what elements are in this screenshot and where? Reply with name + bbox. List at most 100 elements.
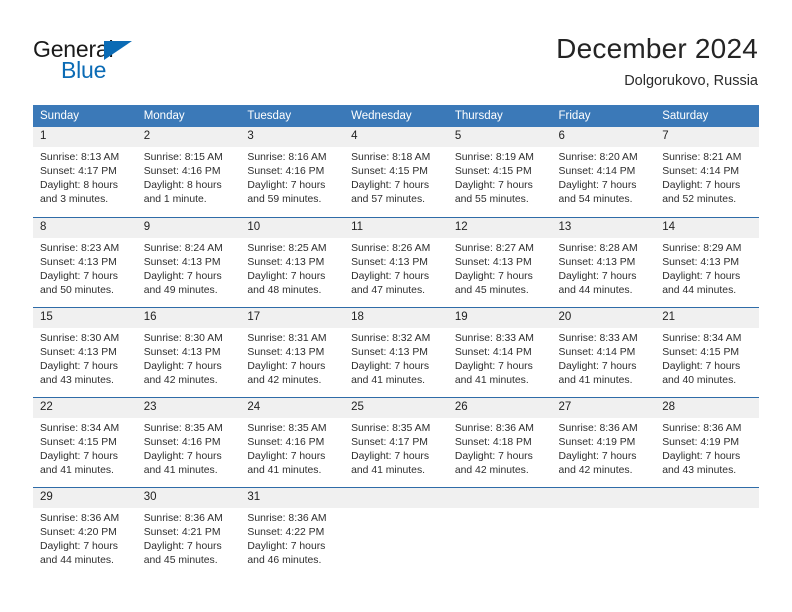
calendar-day-cell[interactable]: 26 Sunrise: 8:36 AM Sunset: 4:18 PM Dayligh… xyxy=(447,396,552,487)
daylight-text-line1: Daylight: 7 hours xyxy=(40,270,118,282)
daylight-text-line2: and 40 minutes. xyxy=(662,374,737,386)
day-number xyxy=(551,487,656,508)
calendar-head: Sunday Monday Tuesday Wednesday Thursday… xyxy=(33,105,759,127)
calendar-day-cell[interactable]: 4 Sunrise: 8:18 AM Sunset: 4:15 PM Daylight… xyxy=(344,127,448,217)
general-blue-logo[interactable]: General Blue xyxy=(33,36,233,84)
sunrise-text: Sunrise: 8:36 AM xyxy=(662,422,742,434)
sunset-text: Sunset: 4:14 PM xyxy=(558,346,636,358)
sunset-text: Sunset: 4:13 PM xyxy=(40,256,117,268)
calendar-day-cell[interactable]: 14 Sunrise: 8:29 AM Sunset: 4:13 PM Dayligh… xyxy=(655,216,759,307)
sunrise-text: Sunrise: 8:33 AM xyxy=(558,332,638,344)
calendar-day-cell[interactable]: 1 Sunrise: 8:13 AM Sunset: 4:17 PM Daylight… xyxy=(33,127,137,217)
calendar-day-cell-empty xyxy=(344,486,448,577)
calendar-day-cell[interactable]: 3 Sunrise: 8:16 AM Sunset: 4:16 PM Daylight… xyxy=(240,127,345,217)
day-number xyxy=(447,487,552,508)
calendar-week-row: 8 Sunrise: 8:23 AM Sunset: 4:13 PM Daylight… xyxy=(33,216,759,307)
day-number: 13 xyxy=(551,217,656,238)
daylight-text-line1: Daylight: 7 hours xyxy=(454,450,533,462)
daylight-text-line2: and 42 minutes. xyxy=(558,464,633,476)
sunset-text: Sunset: 4:16 PM xyxy=(143,166,221,178)
sunset-text: Sunset: 4:15 PM xyxy=(662,346,740,358)
sunrise-text: Sunrise: 8:23 AM xyxy=(40,242,120,254)
sunrise-text: Sunrise: 8:34 AM xyxy=(662,332,742,344)
calendar-day-cell[interactable]: 18 Sunrise: 8:32 AM Sunset: 4:13 PM Dayligh… xyxy=(344,306,448,397)
sunrise-text: Sunrise: 8:21 AM xyxy=(662,152,742,163)
daylight-text-line1: Daylight: 8 hours xyxy=(143,180,222,192)
day-number: 27 xyxy=(551,397,656,418)
daylight-text-line1: Daylight: 7 hours xyxy=(351,360,430,372)
sunset-text: Sunset: 4:13 PM xyxy=(351,346,428,358)
daylight-text-line1: Daylight: 7 hours xyxy=(351,450,430,462)
calendar-day-cell-empty xyxy=(447,486,552,577)
calendar-week-row: 1 Sunrise: 8:13 AM Sunset: 4:17 PM Daylight… xyxy=(33,127,759,217)
calendar-day-cell[interactable]: 24 Sunrise: 8:35 AM Sunset: 4:16 PM Dayligh… xyxy=(240,396,345,487)
calendar-day-cell[interactable]: 29 Sunrise: 8:36 AM Sunset: 4:20 PM Dayligh… xyxy=(33,486,137,577)
calendar-day-cell[interactable]: 12 Sunrise: 8:27 AM Sunset: 4:13 PM Dayligh… xyxy=(447,216,552,307)
daylight-text-line2: and 44 minutes. xyxy=(558,284,633,296)
daylight-text-line1: Daylight: 7 hours xyxy=(143,450,222,462)
sunset-text: Sunset: 4:15 PM xyxy=(351,166,428,178)
day-number: 20 xyxy=(551,307,656,328)
day-details: Sunrise: 8:36 AM Sunset: 4:20 PM Daylight:… xyxy=(33,508,137,568)
calendar-day-cell[interactable]: 6 Sunrise: 8:20 AM Sunset: 4:14 PM Daylight… xyxy=(551,127,656,217)
day-number: 9 xyxy=(136,217,241,238)
calendar-day-cell[interactable]: 9 Sunrise: 8:24 AM Sunset: 4:13 PM Daylight… xyxy=(136,216,241,307)
day-details: Sunrise: 8:35 AM Sunset: 4:16 PM Daylight:… xyxy=(137,418,241,478)
day-number: 11 xyxy=(344,217,448,238)
calendar-day-cell[interactable]: 7 Sunrise: 8:21 AM Sunset: 4:14 PM Daylight… xyxy=(655,127,759,217)
calendar-day-cell[interactable]: 11 Sunrise: 8:26 AM Sunset: 4:13 PM Dayligh… xyxy=(344,216,448,307)
calendar-day-cell[interactable]: 21 Sunrise: 8:34 AM Sunset: 4:15 PM Dayligh… xyxy=(655,306,759,397)
daylight-text-line1: Daylight: 7 hours xyxy=(351,180,430,192)
calendar-day-cell[interactable]: 30 Sunrise: 8:36 AM Sunset: 4:21 PM Dayligh… xyxy=(136,486,241,577)
title-block: December 2024 Dolgorukovo, Russia xyxy=(556,32,758,90)
sunrise-text: Sunrise: 8:26 AM xyxy=(351,242,431,254)
sunrise-text: Sunrise: 8:18 AM xyxy=(351,152,431,163)
calendar-day-cell[interactable]: 22 Sunrise: 8:34 AM Sunset: 4:15 PM Dayligh… xyxy=(33,396,137,487)
daylight-text-line1: Daylight: 7 hours xyxy=(351,270,430,282)
calendar-day-cell[interactable]: 5 Sunrise: 8:19 AM Sunset: 4:15 PM Daylight… xyxy=(447,127,552,217)
calendar-day-cell[interactable]: 8 Sunrise: 8:23 AM Sunset: 4:13 PM Daylight… xyxy=(33,216,137,307)
calendar-day-cell[interactable]: 2 Sunrise: 8:15 AM Sunset: 4:16 PM Daylight… xyxy=(136,127,241,217)
daylight-text-line1: Daylight: 7 hours xyxy=(454,180,533,192)
day-details: Sunrise: 8:21 AM Sunset: 4:14 PM Daylight:… xyxy=(655,147,759,207)
calendar-day-cell[interactable]: 16 Sunrise: 8:30 AM Sunset: 4:13 PM Dayligh… xyxy=(136,306,241,397)
calendar-day-cell[interactable]: 17 Sunrise: 8:31 AM Sunset: 4:13 PM Dayligh… xyxy=(240,306,345,397)
calendar-page: General Blue December 2024 Dolgorukovo, … xyxy=(0,0,792,612)
sunset-text: Sunset: 4:13 PM xyxy=(143,256,221,268)
daylight-text-line1: Daylight: 7 hours xyxy=(247,450,326,462)
sunset-text: Sunset: 4:13 PM xyxy=(351,256,428,268)
day-number: 14 xyxy=(655,217,759,238)
day-number: 18 xyxy=(344,307,448,328)
daylight-text-line2: and 59 minutes. xyxy=(247,194,322,206)
calendar-day-cell[interactable]: 19 Sunrise: 8:33 AM Sunset: 4:14 PM Dayligh… xyxy=(447,306,552,397)
day-details: Sunrise: 8:35 AM Sunset: 4:16 PM Daylight:… xyxy=(240,418,344,478)
calendar-day-cell[interactable]: 31 Sunrise: 8:36 AM Sunset: 4:22 PM Dayligh… xyxy=(240,486,345,577)
calendar-day-cell[interactable]: 15 Sunrise: 8:30 AM Sunset: 4:13 PM Dayligh… xyxy=(33,306,137,397)
sunset-text: Sunset: 4:15 PM xyxy=(40,436,117,448)
sunrise-text: Sunrise: 8:30 AM xyxy=(40,332,120,344)
day-details: Sunrise: 8:36 AM Sunset: 4:19 PM Daylight:… xyxy=(552,418,656,478)
daylight-text-line2: and 41 minutes. xyxy=(143,464,218,476)
calendar-day-cell[interactable]: 23 Sunrise: 8:35 AM Sunset: 4:16 PM Dayligh… xyxy=(136,396,241,487)
sunrise-text: Sunrise: 8:15 AM xyxy=(143,152,223,163)
daylight-text-line1: Daylight: 7 hours xyxy=(454,360,533,372)
daylight-text-line1: Daylight: 7 hours xyxy=(40,450,118,462)
calendar-day-cell[interactable]: 27 Sunrise: 8:36 AM Sunset: 4:19 PM Dayligh… xyxy=(551,396,656,487)
day-details: Sunrise: 8:36 AM Sunset: 4:19 PM Daylight:… xyxy=(655,418,759,478)
daylight-text-line1: Daylight: 7 hours xyxy=(40,360,118,372)
day-details: Sunrise: 8:18 AM Sunset: 4:15 PM Daylight:… xyxy=(344,147,448,207)
daylight-text-line1: Daylight: 8 hours xyxy=(40,180,118,192)
daylight-text-line1: Daylight: 7 hours xyxy=(40,540,118,552)
calendar-day-cell[interactable]: 28 Sunrise: 8:36 AM Sunset: 4:19 PM Dayligh… xyxy=(655,396,759,487)
calendar-day-cell[interactable]: 20 Sunrise: 8:33 AM Sunset: 4:14 PM Dayligh… xyxy=(551,306,656,397)
sunrise-text: Sunrise: 8:35 AM xyxy=(247,422,327,434)
calendar-day-cell[interactable]: 25 Sunrise: 8:35 AM Sunset: 4:17 PM Dayligh… xyxy=(344,396,448,487)
day-number: 31 xyxy=(240,487,345,508)
day-number: 26 xyxy=(447,397,552,418)
calendar-day-cell[interactable]: 13 Sunrise: 8:28 AM Sunset: 4:13 PM Dayligh… xyxy=(551,216,656,307)
sunrise-text: Sunrise: 8:36 AM xyxy=(247,512,327,524)
calendar-day-cell[interactable]: 10 Sunrise: 8:25 AM Sunset: 4:13 PM Dayligh… xyxy=(240,216,345,307)
day-details: Sunrise: 8:23 AM Sunset: 4:13 PM Daylight:… xyxy=(33,238,137,298)
daylight-text-line2: and 44 minutes. xyxy=(662,284,737,296)
daylight-text-line2: and 55 minutes. xyxy=(454,194,529,206)
